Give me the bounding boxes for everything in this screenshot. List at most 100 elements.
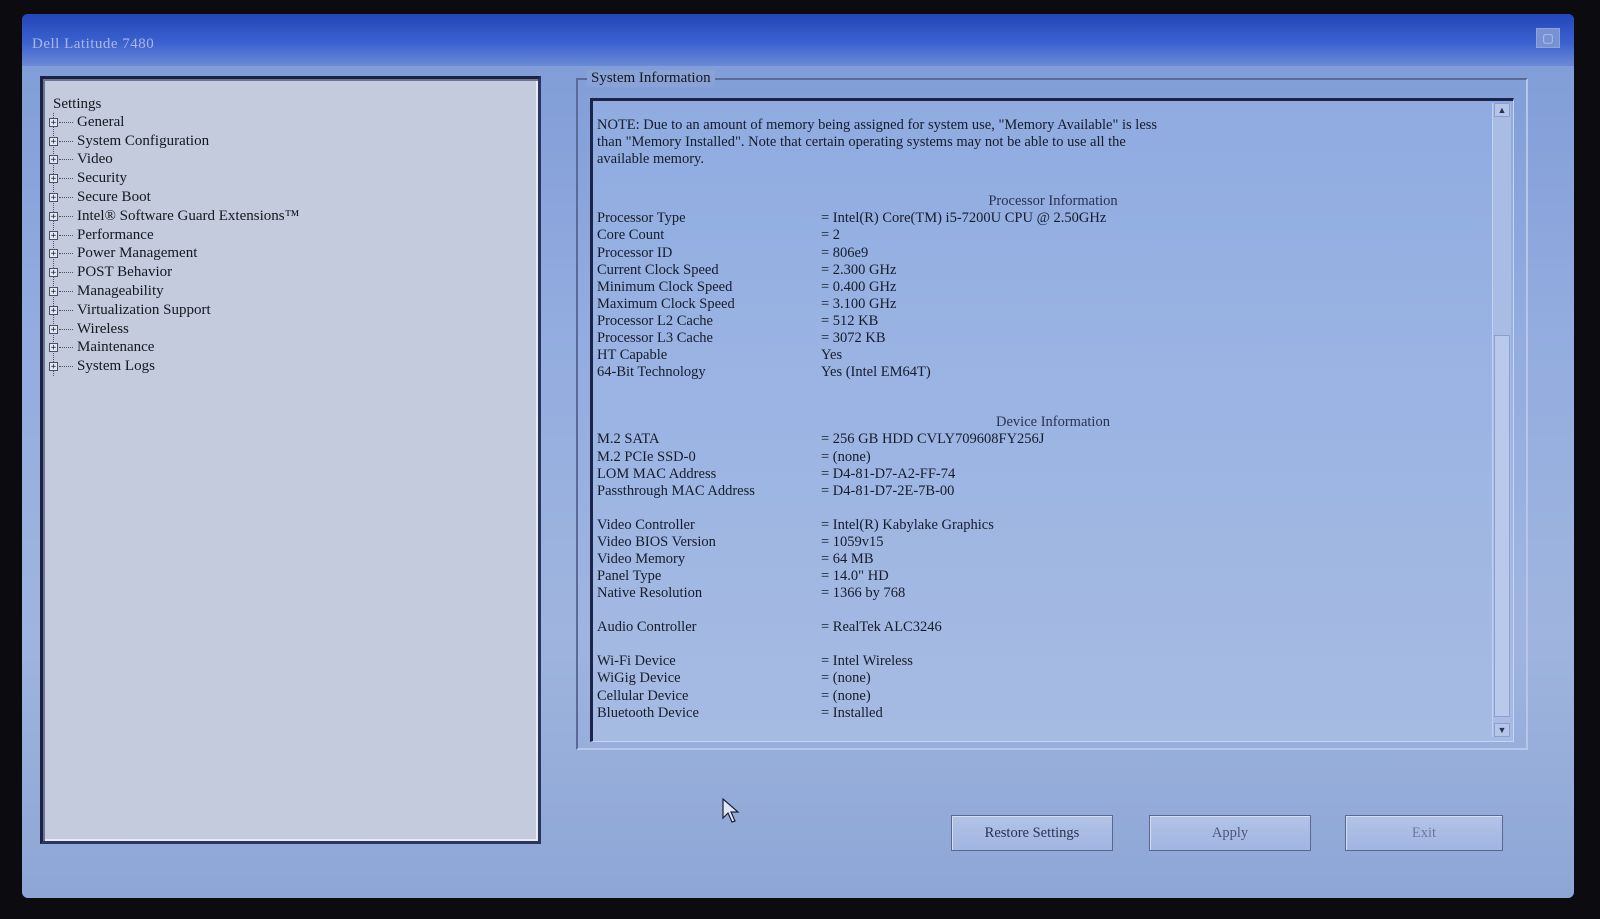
audio-info-list: Audio Controller = RealTek ALC3246: [597, 619, 1477, 636]
expand-icon[interactable]: +: [49, 287, 58, 297]
expand-icon[interactable]: +: [49, 249, 58, 259]
tree-item-label[interactable]: Power Management: [77, 245, 197, 262]
storage-info-row: Passthrough MAC Address = D4-81-D7-2E-7B-…: [597, 483, 1477, 500]
expand-icon[interactable]: +: [49, 268, 58, 278]
settings-tree: + General + System Configuration + Video + S…: [49, 113, 299, 377]
info-label: Processor Type: [597, 210, 686, 227]
info-value: = 3072 KB: [821, 330, 886, 347]
info-label: Processor ID: [597, 244, 673, 261]
close-button[interactable]: ▢: [1536, 28, 1560, 48]
tree-item-system-logs[interactable]: + System Logs: [49, 357, 299, 376]
title-bar: Dell Latitude 7480 ▢: [22, 14, 1574, 66]
tree-item-label[interactable]: Secure Boot: [77, 189, 151, 206]
expand-icon[interactable]: +: [49, 324, 58, 334]
tree-item-wireless[interactable]: + Wireless: [49, 320, 299, 339]
expand-icon[interactable]: +: [49, 362, 58, 372]
tree-item-label[interactable]: System Logs: [77, 358, 155, 375]
processor-info-row: Maximum Clock Speed = 3.100 GHz: [597, 296, 1477, 313]
tree-item-intel-sgx[interactable]: + Intel® Software Guard Extensions™: [49, 207, 299, 226]
tree-item-manageability[interactable]: + Manageability: [49, 282, 299, 301]
vertical-scrollbar[interactable]: ▲ ▼: [1492, 103, 1511, 737]
info-value: = (none): [821, 448, 871, 465]
info-value: = 14.0" HD: [821, 568, 889, 585]
info-content: NOTE: Due to an amount of memory being a…: [597, 117, 1477, 722]
tree-item-label[interactable]: General: [77, 114, 124, 131]
apply-button[interactable]: Apply: [1149, 815, 1311, 851]
expand-icon[interactable]: +: [49, 174, 58, 184]
processor-info-row: 64-Bit Technology Yes (Intel EM64T): [597, 364, 1477, 381]
system-information-group: System Information NOTE: Due to an amoun…: [576, 70, 1528, 750]
tree-connector: [59, 178, 73, 180]
wireless-info-list: Wi-Fi Device = Intel Wireless WiGig Device…: [597, 653, 1477, 721]
info-label: M.2 SATA: [597, 431, 660, 448]
tree-item-general[interactable]: + General: [49, 113, 299, 132]
tree-item-label[interactable]: Wireless: [77, 321, 129, 338]
wireless-info-row: Cellular Device = (none): [597, 688, 1477, 705]
info-value: = Intel(R) Core(TM) i5-7200U CPU @ 2.50G…: [821, 210, 1107, 227]
info-value: = D4-81-D7-2E-7B-00: [821, 482, 955, 499]
expand-icon[interactable]: +: [49, 155, 58, 165]
tree-item-label[interactable]: Security: [77, 170, 127, 187]
tree-connector: [59, 215, 73, 217]
tree-item-secure-boot[interactable]: + Secure Boot: [49, 188, 299, 207]
scrollbar-thumb[interactable]: [1494, 335, 1510, 717]
expand-icon[interactable]: +: [49, 343, 58, 353]
info-label: Video Memory: [597, 550, 686, 567]
wireless-info-row: WiGig Device = (none): [597, 670, 1477, 687]
tree-item-label[interactable]: POST Behavior: [77, 264, 172, 281]
processor-info-row: Minimum Clock Speed = 0.400 GHz: [597, 279, 1477, 296]
tree-item-virtualization-support[interactable]: + Virtualization Support: [49, 301, 299, 320]
info-value: = 1366 by 768: [821, 585, 906, 602]
window-title: Dell Latitude 7480: [32, 36, 155, 52]
info-value: = 2.300 GHz: [821, 261, 897, 278]
tree-connector: [59, 140, 73, 142]
info-value: = RealTek ALC3246: [821, 619, 942, 636]
tree-item-performance[interactable]: + Performance: [49, 226, 299, 245]
info-value: = 512 KB: [821, 312, 879, 329]
tree-item-maintenance[interactable]: + Maintenance: [49, 339, 299, 358]
expand-icon[interactable]: +: [49, 193, 58, 203]
tree-root-settings[interactable]: Settings: [53, 96, 101, 113]
tree-item-system-configuration[interactable]: + System Configuration: [49, 132, 299, 151]
restore-settings-button[interactable]: Restore Settings: [951, 815, 1113, 851]
info-value: = 0.400 GHz: [821, 278, 897, 295]
scroll-up-arrow-icon[interactable]: ▲: [1494, 103, 1510, 117]
video-info-list: Video Controller = Intel(R) Kabylake Grap…: [597, 517, 1477, 602]
expand-icon[interactable]: +: [49, 136, 58, 146]
tree-item-label[interactable]: Maintenance: [77, 339, 154, 356]
info-value: = 1059v15: [821, 533, 884, 550]
info-value: = Intel(R) Kabylake Graphics: [821, 516, 994, 533]
tree-item-label[interactable]: Manageability: [77, 283, 164, 300]
scroll-down-arrow-icon[interactable]: ▼: [1494, 723, 1510, 737]
expand-icon[interactable]: +: [49, 305, 58, 315]
expand-icon[interactable]: +: [49, 117, 58, 127]
mouse-pointer-icon: [722, 798, 740, 823]
device-section-title: Device Information: [996, 414, 1110, 431]
tree-item-label[interactable]: Intel® Software Guard Extensions™: [77, 208, 299, 225]
info-label: HT Capable: [597, 347, 668, 364]
tree-item-security[interactable]: + Security: [49, 169, 299, 188]
exit-button[interactable]: Exit: [1345, 815, 1503, 851]
tree-connector: [59, 291, 73, 293]
info-label: Maximum Clock Speed: [597, 295, 735, 312]
tree-item-label[interactable]: System Configuration: [77, 133, 209, 150]
storage-info-row: M.2 PCIe SSD-0 = (none): [597, 449, 1477, 466]
info-value: Yes: [821, 347, 843, 364]
tree-item-label[interactable]: Performance: [77, 227, 154, 244]
tree-item-label[interactable]: Virtualization Support: [77, 302, 211, 319]
expand-icon[interactable]: +: [49, 230, 58, 240]
processor-info-row: Processor L3 Cache = 3072 KB: [597, 330, 1477, 347]
tree-connector: [59, 328, 73, 330]
tree-item-video[interactable]: + Video: [49, 151, 299, 170]
system-information-panel[interactable]: NOTE: Due to an amount of memory being a…: [590, 98, 1514, 742]
tree-item-post-behavior[interactable]: + POST Behavior: [49, 263, 299, 282]
tree-connector: [59, 309, 73, 311]
info-label: Panel Type: [597, 568, 662, 585]
processor-info-row: Processor L2 Cache = 512 KB: [597, 313, 1477, 330]
info-value: = D4-81-D7-A2-FF-74: [821, 465, 956, 482]
tree-item-power-management[interactable]: + Power Management: [49, 245, 299, 264]
tree-connector: [59, 253, 73, 255]
info-value: = (none): [821, 670, 871, 687]
tree-item-label[interactable]: Video: [77, 151, 113, 168]
expand-icon[interactable]: +: [49, 211, 58, 221]
